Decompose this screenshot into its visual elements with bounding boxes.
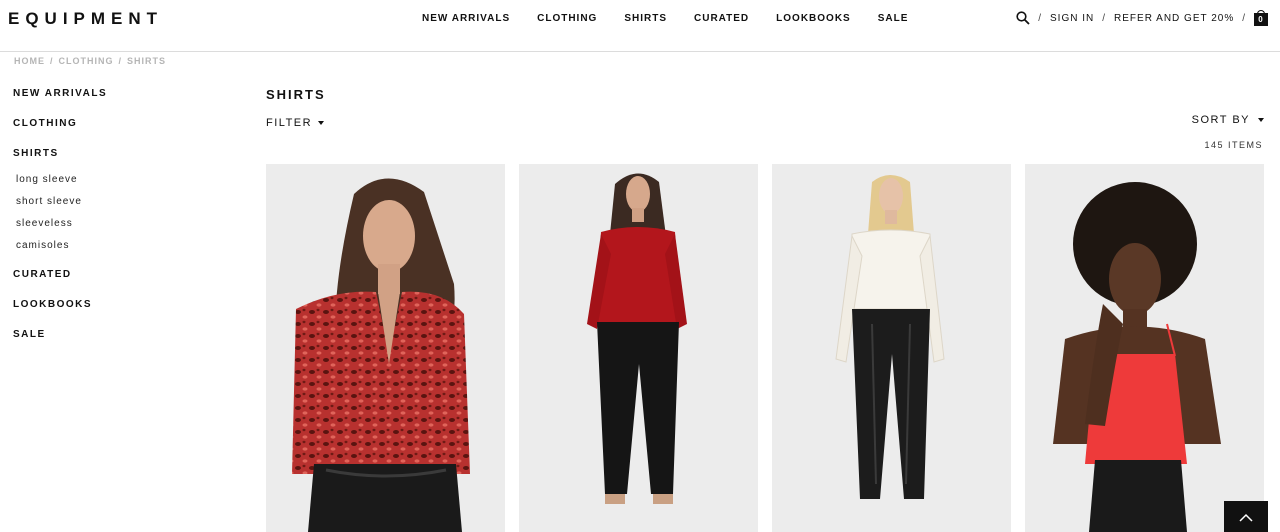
breadcrumb-clothing[interactable]: CLOTHING <box>59 56 114 66</box>
sidebar-item-shirts[interactable]: SHIRTS <box>13 148 59 159</box>
sidebar-subitem-long-sleeve[interactable]: long sleeve <box>16 174 78 185</box>
nav-lookbooks[interactable]: LOOKBOOKS <box>776 13 851 24</box>
sidebar-item-new-arrivals[interactable]: NEW ARRIVALS <box>13 88 107 99</box>
chevron-down-icon <box>1258 118 1264 122</box>
product-card[interactable] <box>266 164 505 532</box>
sort-label: SORT BY <box>1191 114 1250 126</box>
product-image <box>1025 164 1264 532</box>
chevron-down-icon <box>318 121 325 125</box>
shopping-bag-icon[interactable]: 0 <box>1254 10 1268 26</box>
product-image <box>519 164 758 532</box>
product-card[interactable] <box>519 164 758 532</box>
filter-dropdown[interactable]: FILTER <box>266 117 325 129</box>
separator: / <box>1102 12 1107 24</box>
product-image <box>772 164 1011 532</box>
top-navigation: NEW ARRIVALS CLOTHING SHIRTS CURATED LOO… <box>422 13 908 24</box>
sidebar-subitem-sleeveless[interactable]: sleeveless <box>16 218 73 229</box>
refer-link[interactable]: REFER AND GET 20% <box>1114 13 1234 24</box>
sidebar-subitem-short-sleeve[interactable]: short sleeve <box>16 196 82 207</box>
product-card[interactable] <box>772 164 1011 532</box>
nav-shirts[interactable]: SHIRTS <box>624 13 667 24</box>
sidebar-item-lookbooks[interactable]: LOOKBOOKS <box>13 299 92 310</box>
product-card[interactable] <box>1025 164 1264 532</box>
search-icon[interactable] <box>1016 11 1030 25</box>
header-utilities: / SIGN IN / REFER AND GET 20% / 0 <box>1016 10 1268 26</box>
page-title: SHIRTS <box>266 87 326 102</box>
breadcrumb: HOME / CLOTHING / SHIRTS <box>14 56 166 66</box>
sign-in-link[interactable]: SIGN IN <box>1050 13 1094 24</box>
nav-sale[interactable]: SALE <box>878 13 909 24</box>
product-image <box>266 164 505 532</box>
item-count: 145 ITEMS <box>1204 140 1263 150</box>
bag-count: 0 <box>1254 13 1268 26</box>
sidebar-item-curated[interactable]: CURATED <box>13 269 72 280</box>
breadcrumb-shirts[interactable]: SHIRTS <box>127 56 166 66</box>
brand-logo[interactable]: EQUIPMENT <box>8 9 163 29</box>
back-to-top-button[interactable] <box>1224 501 1268 532</box>
sidebar-item-clothing[interactable]: CLOTHING <box>13 118 77 129</box>
sidebar-item-sale[interactable]: SALE <box>13 329 46 340</box>
filter-label: FILTER <box>266 117 313 129</box>
site-header: EQUIPMENT NEW ARRIVALS CLOTHING SHIRTS C… <box>0 0 1280 52</box>
chevron-up-icon <box>1239 513 1253 522</box>
sidebar-subitem-camisoles[interactable]: camisoles <box>16 240 69 251</box>
breadcrumb-separator: / <box>50 56 54 66</box>
separator: / <box>1242 12 1246 24</box>
nav-clothing[interactable]: CLOTHING <box>537 13 597 24</box>
nav-new-arrivals[interactable]: NEW ARRIVALS <box>422 13 510 24</box>
sort-dropdown[interactable]: SORT BY <box>1192 114 1264 126</box>
breadcrumb-separator: / <box>118 56 123 66</box>
separator: / <box>1038 12 1043 24</box>
breadcrumb-home[interactable]: HOME <box>14 56 45 66</box>
nav-curated[interactable]: CURATED <box>694 13 749 24</box>
